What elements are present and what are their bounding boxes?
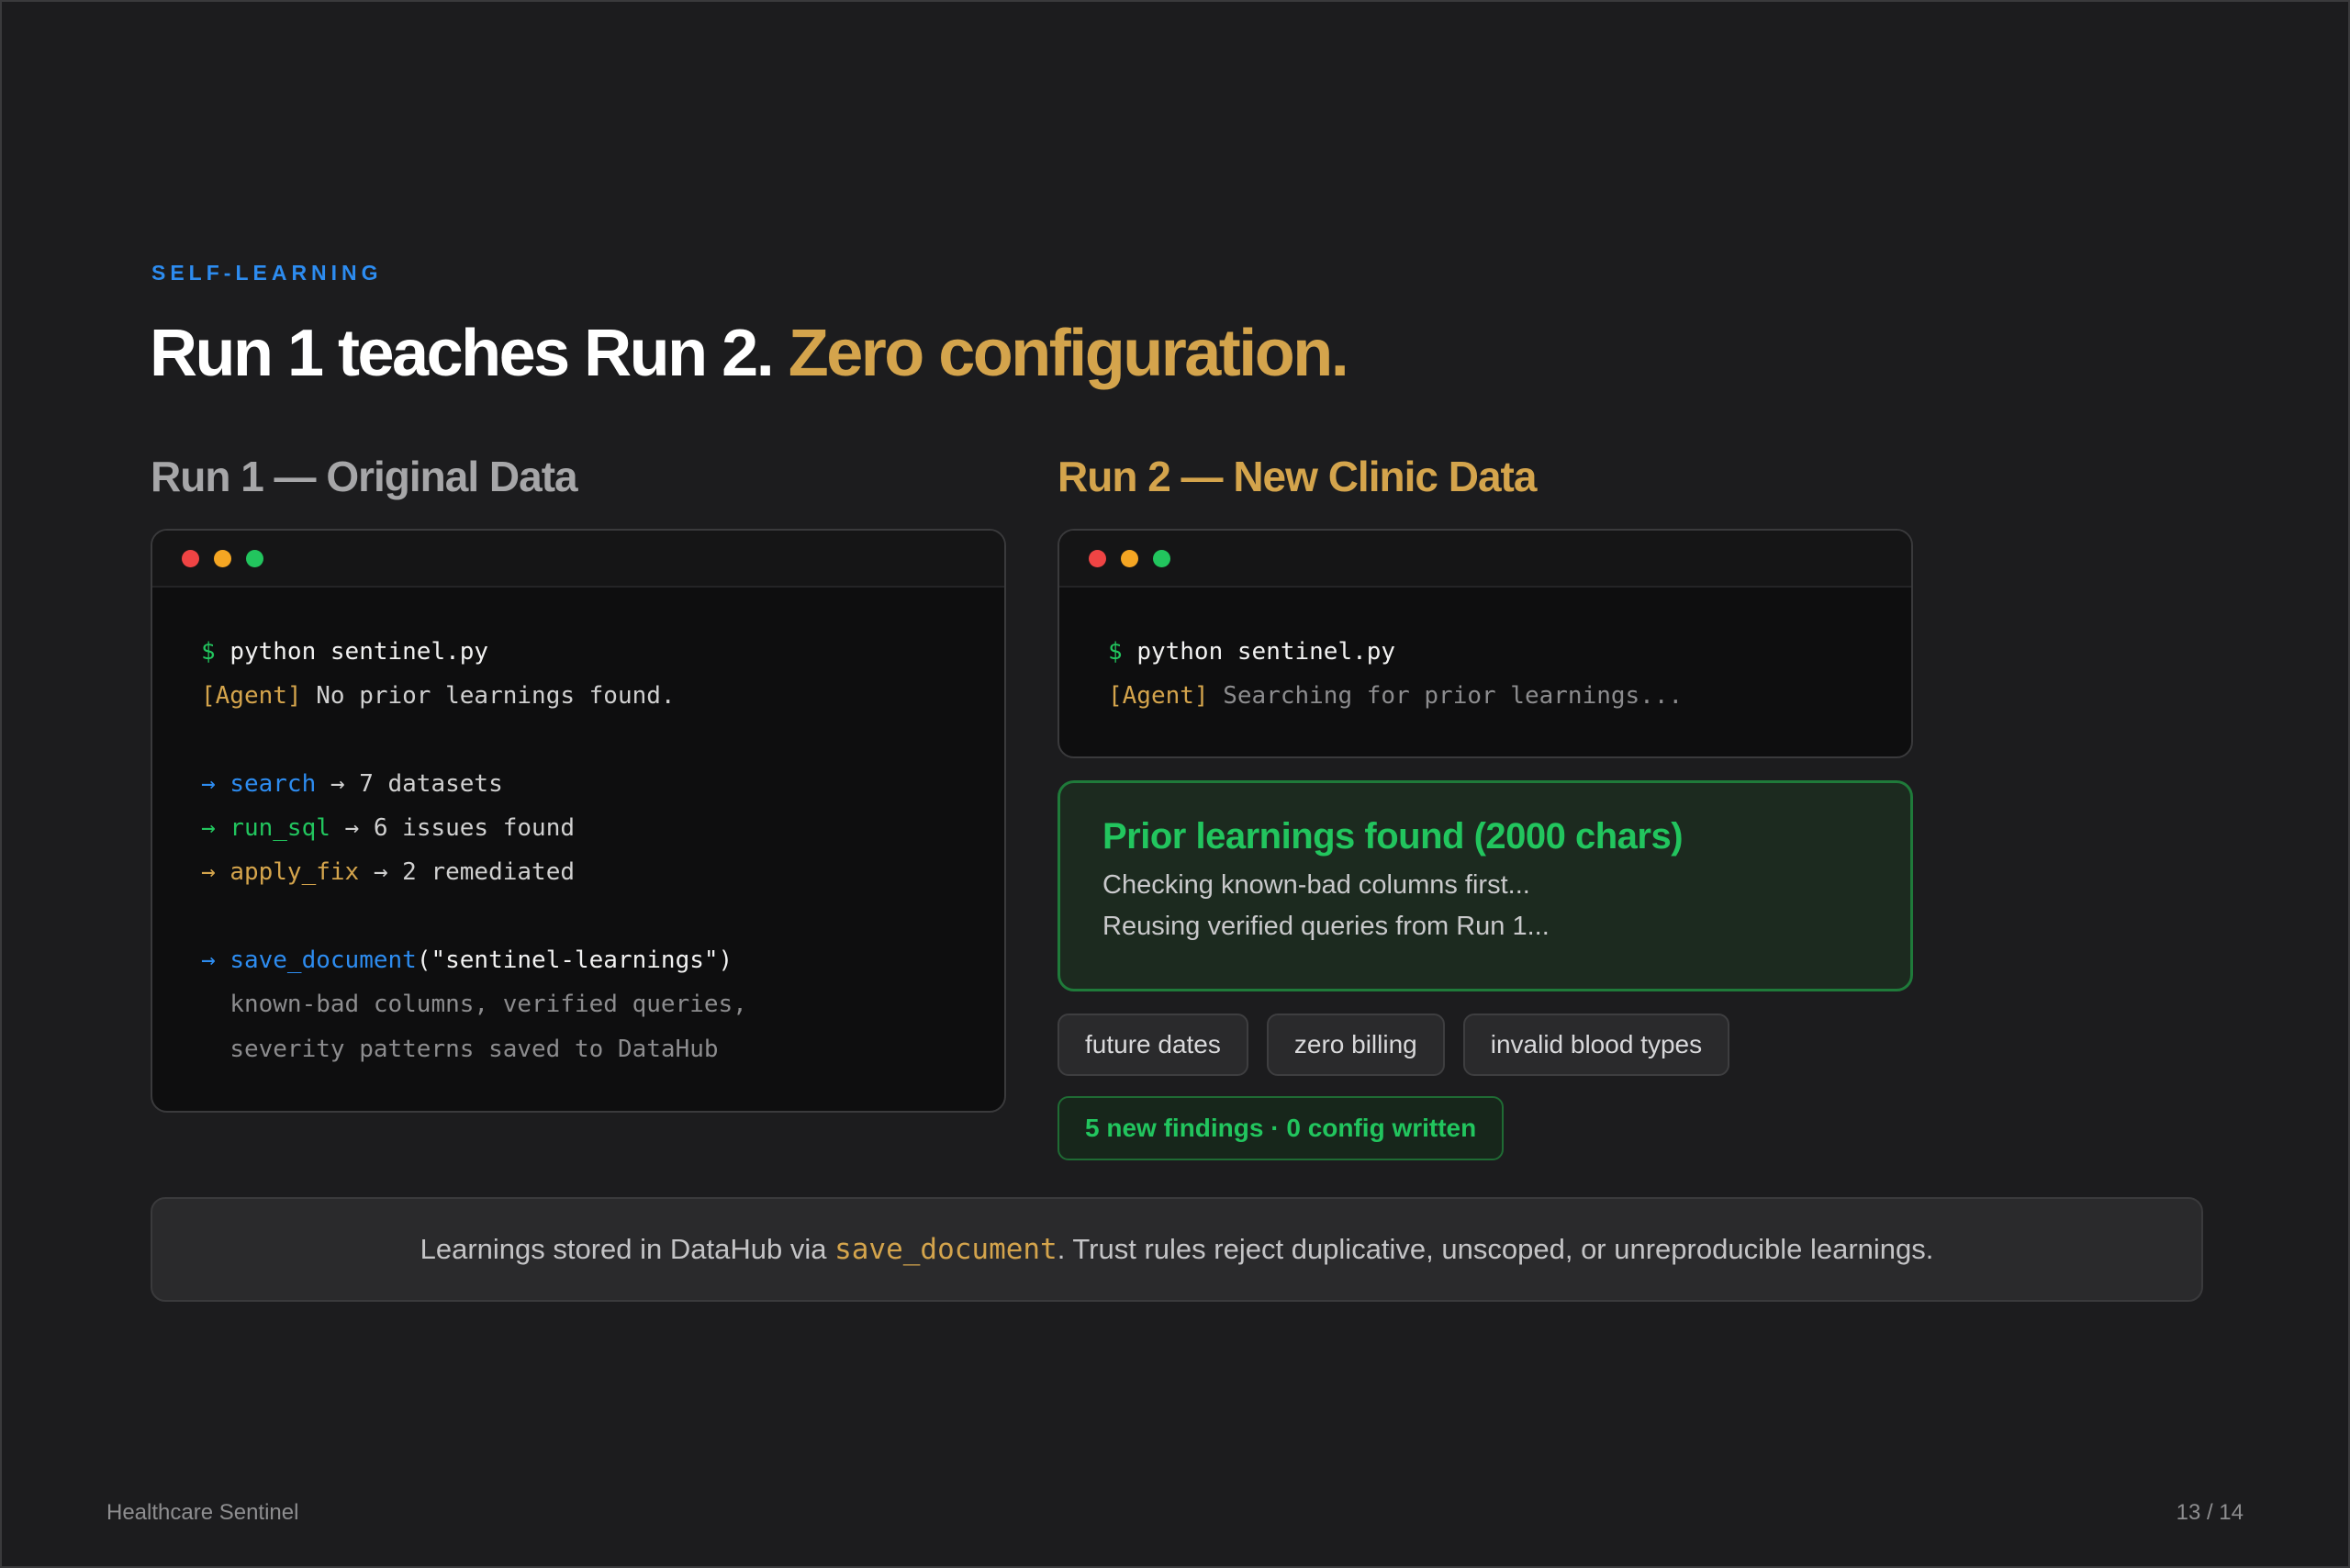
section-eyebrow: SELF-LEARNING xyxy=(151,261,383,285)
tool-name: run_sql xyxy=(229,814,330,842)
learnings-note: Learnings stored in DataHub via save_doc… xyxy=(151,1197,2203,1302)
note-code: save_document xyxy=(834,1233,1058,1266)
save-detail: known-bad columns, verified queries, xyxy=(201,982,1004,1026)
maximize-dot-icon xyxy=(246,549,263,567)
terminal-titlebar xyxy=(152,531,1004,588)
status-badge: 5 new findings · 0 config written xyxy=(1058,1096,1505,1160)
agent-line: [Agent] Searching for prior learnings... xyxy=(1108,674,1911,718)
command-text: python sentinel.py xyxy=(229,638,489,666)
footer-brand: Healthcare Sentinel xyxy=(106,1500,299,1525)
save-detail-text: severity patterns saved to DataHub xyxy=(229,1036,719,1063)
prior-learnings-title: Prior learnings found (2000 chars) xyxy=(1102,816,1684,857)
prior-learnings-line: Checking known-bad columns first... xyxy=(1102,870,1530,900)
minimize-dot-icon xyxy=(1121,549,1138,567)
slide: SELF-LEARNING Run 1 teaches Run 2. Zero … xyxy=(0,0,2350,1568)
agent-message: No prior learnings found. xyxy=(316,682,676,710)
run1-terminal: $ python sentinel.py [Agent] No prior le… xyxy=(151,529,1006,1113)
step-run-sql: → run_sql → 6 issues found xyxy=(201,806,1004,850)
tool-result: → 7 datasets xyxy=(330,770,503,798)
tool-argument: ("sentinel-learnings") xyxy=(416,946,733,974)
agent-tag: [Agent] xyxy=(1108,682,1209,710)
maximize-dot-icon xyxy=(1153,549,1170,567)
command-line: $ python sentinel.py xyxy=(201,630,1004,674)
run2-terminal: $ python sentinel.py [Agent] Searching f… xyxy=(1058,529,1913,758)
agent-tag: [Agent] xyxy=(201,682,302,710)
headline-main: Run 1 teaches Run 2. xyxy=(150,317,775,390)
run2-title: Run 2 — New Clinic Data xyxy=(1058,453,1537,500)
page-number: 13 / 14 xyxy=(2176,1500,2244,1525)
arrow-icon: → xyxy=(201,858,216,886)
tool-result: → 6 issues found xyxy=(344,814,575,842)
tool-result: → 2 remediated xyxy=(373,858,576,886)
headline-accent: Zero configuration. xyxy=(788,317,1349,390)
prompt-symbol: $ xyxy=(201,638,216,666)
save-detail: severity patterns saved to DataHub xyxy=(201,1026,1004,1072)
prior-learnings-line: Reusing verified queries from Run 1... xyxy=(1102,912,1550,941)
save-detail-text: known-bad columns, verified queries, xyxy=(229,991,747,1018)
note-suffix: . Trust rules reject duplicative, unscop… xyxy=(1057,1233,1934,1265)
terminal-titlebar xyxy=(1059,531,1911,588)
tag-future-dates: future dates xyxy=(1058,1014,1248,1076)
minimize-dot-icon xyxy=(214,549,231,567)
arrow-icon: → xyxy=(201,814,216,842)
agent-line: [Agent] No prior learnings found. xyxy=(201,674,1004,718)
note-prefix: Learnings stored in DataHub via xyxy=(420,1233,835,1265)
prior-learnings-card: Prior learnings found (2000 chars) Check… xyxy=(1058,780,1913,991)
agent-message: Searching for prior learnings... xyxy=(1223,682,1684,710)
step-apply-fix: → apply_fix → 2 remediated xyxy=(201,850,1004,894)
tag-invalid-blood-types: invalid blood types xyxy=(1462,1014,1730,1076)
tag-zero-billing: zero billing xyxy=(1266,1014,1445,1076)
tool-name: search xyxy=(229,770,317,798)
run1-title: Run 1 — Original Data xyxy=(151,453,578,500)
terminal-output: $ python sentinel.py [Agent] Searching f… xyxy=(1059,588,1911,718)
close-dot-icon xyxy=(1089,549,1106,567)
command-line: $ python sentinel.py xyxy=(1108,630,1911,674)
finding-tags: future dates zero billing invalid blood … xyxy=(1058,1014,1730,1076)
close-dot-icon xyxy=(182,549,199,567)
page-title: Run 1 teaches Run 2. Zero configuration. xyxy=(150,316,1349,391)
arrow-icon: → xyxy=(201,946,216,974)
step-save-document: → save_document("sentinel-learnings") xyxy=(201,938,1004,982)
arrow-icon: → xyxy=(201,770,216,798)
tool-name: save_document xyxy=(229,946,417,974)
step-search: → search → 7 datasets xyxy=(201,762,1004,806)
tool-name: apply_fix xyxy=(229,858,360,886)
prompt-symbol: $ xyxy=(1108,638,1123,666)
terminal-output: $ python sentinel.py [Agent] No prior le… xyxy=(152,588,1004,1072)
command-text: python sentinel.py xyxy=(1136,638,1396,666)
